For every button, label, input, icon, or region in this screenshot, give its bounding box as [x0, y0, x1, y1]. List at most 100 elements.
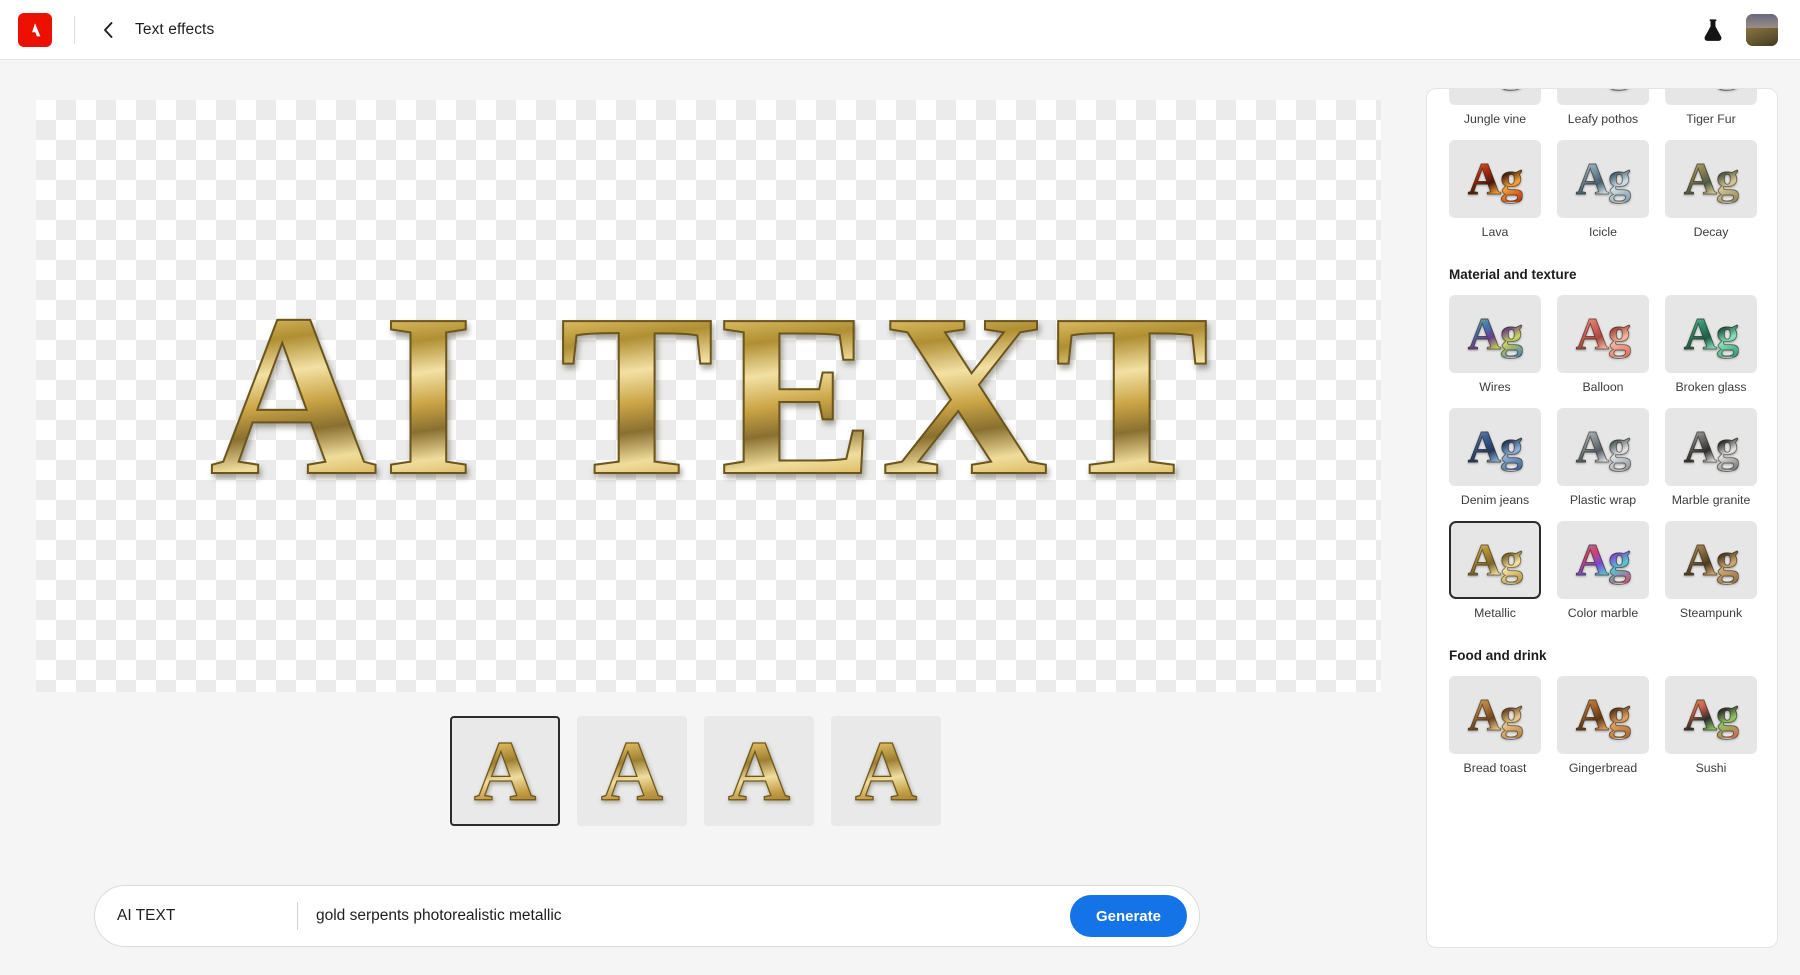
effect-item[interactable]: Ag Icicle	[1557, 140, 1649, 239]
flask-icon[interactable]	[1700, 17, 1726, 43]
effect-label: Lava	[1482, 225, 1509, 239]
effect-thumbnail: Ag	[1449, 88, 1541, 105]
effect-label: Icicle	[1589, 225, 1617, 239]
effect-label: Sushi	[1696, 761, 1727, 775]
effect-sample-glyph: Ag	[1684, 311, 1738, 357]
effect-label: Broken glass	[1675, 380, 1746, 394]
effect-item[interactable]: AgSteampunk	[1665, 521, 1757, 620]
top-bar: Text effects	[0, 0, 1800, 60]
effect-sample-glyph: Ag	[1684, 692, 1738, 738]
artwork-letter-t2: T	[1051, 280, 1212, 512]
effect-sample-glyph: Ag	[1576, 424, 1630, 470]
generate-button[interactable]: Generate	[1070, 895, 1187, 937]
effect-sample-glyph: Ag	[1576, 692, 1630, 738]
effect-thumbnail: Ag	[1557, 295, 1649, 373]
effect-thumbnail: Ag	[1665, 140, 1757, 218]
effect-label: Steampunk	[1680, 606, 1742, 620]
effect-item[interactable]: Ag Broken glass	[1665, 295, 1757, 394]
effect-item[interactable]: Ag Bread toast	[1449, 676, 1541, 775]
effect-sample-glyph: Ag	[1468, 692, 1522, 738]
effect-label: Bread toast	[1464, 761, 1527, 775]
effect-label: Tiger Fur	[1686, 112, 1735, 126]
effect-item[interactable]: Ag Leafy pothos	[1557, 88, 1649, 126]
effect-label: Gingerbread	[1569, 761, 1637, 775]
effect-item[interactable]: Ag Decay	[1665, 140, 1757, 239]
effect-item[interactable]: Ag Tiger Fur	[1665, 88, 1757, 126]
effect-thumbnail: Ag	[1557, 521, 1649, 599]
toolbar-divider	[74, 16, 75, 44]
effect-item[interactable]: AgJungle vine	[1449, 88, 1541, 126]
effect-item[interactable]: Ag Balloon	[1557, 295, 1649, 394]
effect-thumbnail: Ag	[1557, 676, 1649, 754]
effect-sample-glyph: Ag	[1684, 156, 1738, 202]
user-avatar[interactable]	[1746, 14, 1778, 46]
prompt-divider	[297, 902, 298, 930]
effect-sample-glyph: Ag	[1684, 88, 1738, 89]
effect-sample-glyph: Ag	[1684, 424, 1738, 470]
artwork-letter-t1: T	[556, 280, 717, 512]
effect-thumbnail: Ag	[1557, 88, 1649, 105]
effect-label: Leafy pothos	[1568, 112, 1638, 126]
effect-label: Color marble	[1568, 606, 1638, 620]
effects-row: Ag Lava Ag Icicle Ag Decay	[1449, 140, 1757, 253]
section-header: Food and drink	[1449, 648, 1757, 663]
back-button[interactable]	[95, 17, 121, 43]
page-title: Text effects	[135, 21, 214, 39]
effects-row: Ag Bread toast Ag Gingerbread Ag Sushi	[1449, 676, 1757, 789]
effect-thumbnail: Ag	[1665, 408, 1757, 486]
effect-sample-glyph: Ag	[1576, 311, 1630, 357]
effect-thumbnail: Ag	[1665, 88, 1757, 105]
artwork-letter-a: A	[206, 280, 380, 512]
effect-label: Wires	[1479, 380, 1510, 394]
effect-item[interactable]: Ag Color marble	[1557, 521, 1649, 620]
effects-row: Ag Denim jeans Ag Plastic wrap AgMarble gran…	[1449, 408, 1757, 521]
effect-label: Balloon	[1582, 380, 1623, 394]
prompt-bar: AI TEXT gold serpents photorealistic met…	[94, 885, 1200, 947]
generated-artwork: A I T E X T	[36, 100, 1381, 692]
adobe-logo[interactable]	[18, 13, 52, 47]
effect-item[interactable]: Ag Lava	[1449, 140, 1541, 239]
variant-thumbnail[interactable]: A	[450, 716, 560, 826]
effect-item[interactable]: Ag Gingerbread	[1557, 676, 1649, 775]
text-input[interactable]: AI TEXT	[117, 907, 297, 925]
variant-thumbnail[interactable]: A	[704, 716, 814, 826]
effect-label: Metallic	[1474, 606, 1516, 620]
effects-row: Ag Metallic Ag Color marble AgSteampunk	[1449, 521, 1757, 634]
effect-label: Plastic wrap	[1570, 493, 1636, 507]
artwork-letter-e: E	[716, 280, 877, 512]
effect-item[interactable]: AgMarble granite	[1665, 408, 1757, 507]
effect-thumbnail: Ag	[1449, 140, 1541, 218]
effect-label: Denim jeans	[1461, 493, 1529, 507]
effect-sample-glyph: Ag	[1468, 156, 1522, 202]
effect-item[interactable]: Ag Plastic wrap	[1557, 408, 1649, 507]
effect-item[interactable]: Ag Sushi	[1665, 676, 1757, 775]
effect-thumbnail: Ag	[1449, 676, 1541, 754]
variant-thumbnail[interactable]: A	[577, 716, 687, 826]
effect-description-input[interactable]: gold serpents photorealistic metallic	[316, 907, 1070, 925]
artwork-letter-x: X	[877, 280, 1051, 512]
effect-label: Decay	[1694, 225, 1729, 239]
variant-thumbnails: AAAA	[450, 716, 941, 826]
effect-item[interactable]: Ag Wires	[1449, 295, 1541, 394]
effects-panel[interactable]: AgJungle vineAgLeafy pothosAgTiger FurAg…	[1426, 88, 1778, 948]
effect-sample-glyph: Ag	[1468, 537, 1522, 583]
artboard-canvas[interactable]: A I T E X T	[36, 100, 1381, 692]
variant-glyph: A	[474, 728, 536, 814]
top-bar-actions	[1700, 14, 1778, 46]
effect-sample-glyph: Ag	[1576, 156, 1630, 202]
variant-thumbnail[interactable]: A	[831, 716, 941, 826]
effect-sample-glyph: Ag	[1468, 424, 1522, 470]
effect-thumbnail: Ag	[1557, 140, 1649, 218]
effect-sample-glyph: Ag	[1468, 88, 1522, 89]
effect-thumbnail: Ag	[1449, 408, 1541, 486]
effect-item[interactable]: Ag Metallic	[1449, 521, 1541, 620]
variant-glyph: A	[601, 728, 663, 814]
effect-sample-glyph: Ag	[1576, 537, 1630, 583]
effect-thumbnail: Ag	[1449, 521, 1541, 599]
effect-thumbnail: Ag	[1449, 295, 1541, 373]
effect-item[interactable]: Ag Denim jeans	[1449, 408, 1541, 507]
variant-glyph: A	[728, 728, 790, 814]
effect-sample-glyph: Ag	[1468, 311, 1522, 357]
section-header: Material and texture	[1449, 267, 1757, 282]
effect-thumbnail: Ag	[1665, 676, 1757, 754]
